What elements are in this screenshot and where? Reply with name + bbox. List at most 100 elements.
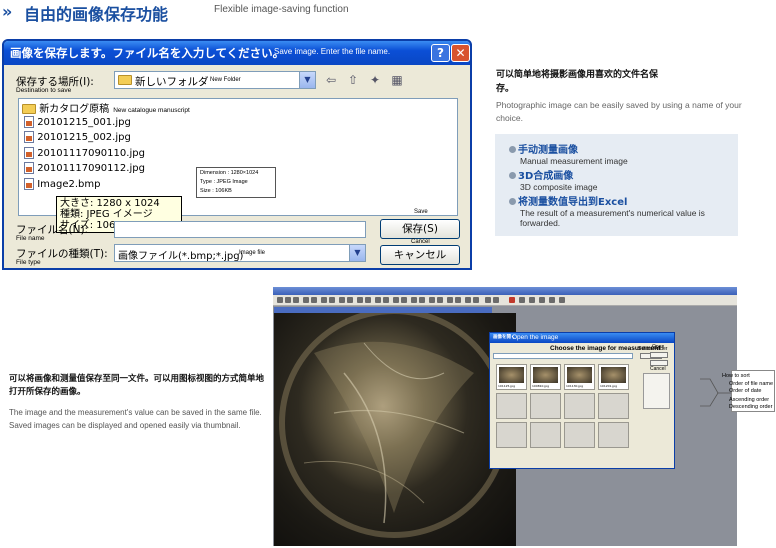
file-name: 新カタログ原稿 xyxy=(39,104,110,115)
toolbar-icon[interactable] xyxy=(539,297,545,303)
view-menu-icon[interactable]: ▦ xyxy=(388,72,406,88)
toolbar-icon[interactable] xyxy=(419,297,425,303)
list-item[interactable]: 20101215_002.jpg xyxy=(24,131,131,143)
toolbar-icon[interactable] xyxy=(339,297,345,303)
toolbar-icon[interactable] xyxy=(447,297,453,303)
bitmap-file-icon xyxy=(24,178,34,190)
save-button-en: Save xyxy=(414,209,428,215)
list-item[interactable]: 新カタログ原稿 New catalogue manuscript xyxy=(22,100,190,115)
toolbar-icon[interactable] xyxy=(493,297,499,303)
toolbar-icon[interactable] xyxy=(293,297,299,303)
dialog-title-jp: 画像を保存します。ファイル名を入力してください。 xyxy=(10,46,285,60)
filename-input[interactable] xyxy=(114,221,366,238)
toolbar-icon[interactable] xyxy=(473,297,479,303)
toolbar-icon[interactable] xyxy=(559,297,565,303)
toolbar-icon[interactable] xyxy=(285,297,291,303)
toolbar-icon[interactable] xyxy=(365,297,371,303)
toolbar-icon[interactable] xyxy=(455,297,461,303)
thumbnail-slot[interactable] xyxy=(598,393,629,419)
feature-item: 3D合成画像 3D composite image xyxy=(509,167,597,192)
file-name: 20101215_001.jpg xyxy=(37,117,131,128)
filetype-dropdown[interactable]: 画像ファイル(*.bmp;*.jpg) Image file ▼ xyxy=(114,244,366,262)
feature-desc: The result of a measurement's numerical … xyxy=(520,208,705,228)
save-button[interactable]: 保存(S) xyxy=(380,219,460,239)
toolbar-icon[interactable] xyxy=(383,297,389,303)
open-image-dialog: 画像を開く Open the image Choose the image fo… xyxy=(489,332,675,469)
location-value: 新しいフォルダ xyxy=(135,76,209,88)
toolbar-icon[interactable] xyxy=(311,297,317,303)
save-dialog: 画像を保存します。ファイル名を入力してください。 Save image. Ent… xyxy=(2,39,472,270)
thumbnail-slot[interactable] xyxy=(564,422,595,448)
photo-texture xyxy=(279,313,509,538)
sort-options-panel[interactable] xyxy=(643,373,670,409)
location-dropdown[interactable]: 新しいフォルダ New Folder ▼ xyxy=(114,71,316,89)
thumbnail-image xyxy=(567,367,592,383)
chevron-down-icon[interactable]: ▼ xyxy=(299,72,315,88)
software-screenshot: 画像を開く Open the image Choose the image fo… xyxy=(273,287,737,546)
toolbar-icon[interactable] xyxy=(485,297,491,303)
toolbar-icon[interactable] xyxy=(465,297,471,303)
thumbnail[interactable]: 101125.jpg xyxy=(496,364,527,390)
thumbnail-label: 101130.jpg xyxy=(566,384,584,388)
file-name: 20101215_002.jpg xyxy=(37,132,131,143)
toolbar-icon[interactable] xyxy=(347,297,353,303)
dialog-title-en: Save image. Enter the file name. xyxy=(274,47,391,56)
back-icon[interactable]: ⇦ xyxy=(322,72,340,88)
list-item[interactable]: 20101215_001.jpg xyxy=(24,116,131,128)
tooltip-type: 種類: JPEG イメージ xyxy=(60,209,153,220)
toolbar-icon[interactable] xyxy=(277,297,283,303)
toolbar-icon[interactable] xyxy=(529,297,535,303)
toolbar-icon[interactable] xyxy=(357,297,363,303)
toolbar-icon[interactable] xyxy=(303,297,309,303)
feature-list: 手动测量画像 Manual measurement image 3D合成画像 3… xyxy=(495,134,738,236)
file-name: 20101117090110.jpg xyxy=(37,148,145,159)
thumbnail[interactable]: 101201.jpg xyxy=(598,364,629,390)
cancel-button[interactable]: キャンセル xyxy=(380,245,460,265)
list-item[interactable]: Image2.bmp xyxy=(24,178,100,190)
feature-item: 将测量数值导出到Excel The result of a measuremen… xyxy=(509,193,734,228)
filetype-value: 画像ファイル(*.bmp;*.jpg) xyxy=(118,251,244,262)
thumbnail[interactable]: 100810.jpg xyxy=(530,364,561,390)
feature-title: 3D合成画像 xyxy=(518,171,574,182)
help-button[interactable]: ? xyxy=(431,44,450,62)
open-button[interactable] xyxy=(650,352,668,358)
close-button[interactable]: ✕ xyxy=(451,44,470,62)
feature-desc: Manual measurement image xyxy=(520,156,628,166)
feature-title: 将测量数值导出到Excel xyxy=(518,197,628,208)
toolbar-icon[interactable] xyxy=(437,297,443,303)
filetype-label-en: File type xyxy=(16,259,41,266)
thumbnail-image xyxy=(601,367,626,383)
toolbar-icon[interactable] xyxy=(393,297,399,303)
toolbar-icon[interactable] xyxy=(429,297,435,303)
open-label: Open xyxy=(652,344,665,350)
list-item[interactable]: 20101117090112.jpg xyxy=(24,162,145,174)
thumbnail-slot[interactable] xyxy=(496,393,527,419)
thumbnail-slot[interactable] xyxy=(530,422,561,448)
file-name: Image2.bmp xyxy=(37,179,101,190)
sort-callout: How to sort Order of file name Order of … xyxy=(722,370,775,412)
section-title: 自由的画像保存功能 xyxy=(24,5,169,24)
chevron-down-icon[interactable]: ▼ xyxy=(349,245,365,261)
bullet-icon xyxy=(509,198,516,205)
thumbnail[interactable]: 101130.jpg xyxy=(564,364,595,390)
toolbar-icon[interactable] xyxy=(401,297,407,303)
toolbar-icon[interactable] xyxy=(321,297,327,303)
new-folder-icon[interactable]: ✦ xyxy=(366,72,384,88)
toolbar-icon[interactable] xyxy=(329,297,335,303)
thumbnail-label: 100810.jpg xyxy=(532,384,550,388)
toolbar-icon[interactable] xyxy=(375,297,381,303)
thumbnail-slot[interactable] xyxy=(530,393,561,419)
list-item[interactable]: 20101117090110.jpg xyxy=(24,147,145,159)
toolbar-icon[interactable] xyxy=(411,297,417,303)
toolbar-icon[interactable] xyxy=(509,297,515,303)
thumbnail-slot[interactable] xyxy=(564,393,595,419)
folder-path-field[interactable] xyxy=(493,353,633,359)
thumbnail-slot[interactable] xyxy=(598,422,629,448)
toolbar-icon[interactable] xyxy=(549,297,555,303)
open-dialog-title-en: Open the image xyxy=(512,334,559,341)
thumbnail-slot[interactable] xyxy=(496,422,527,448)
up-folder-icon[interactable]: ⇧ xyxy=(344,72,362,88)
storage-description-en: The image and the measurement's value ca… xyxy=(9,406,271,432)
sort-title: How to sort xyxy=(722,373,750,379)
toolbar-icon[interactable] xyxy=(519,297,525,303)
